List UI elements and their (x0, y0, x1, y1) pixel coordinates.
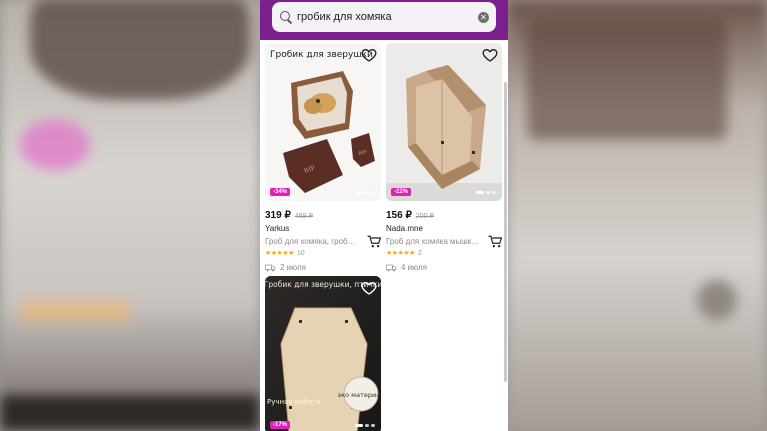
product-grid: RIP RIP Гробик для зверушки -34% 319 ₽ 4… (260, 40, 508, 431)
product-card[interactable]: RIP RIP Гробик для зверушки -34% 319 ₽ 4… (265, 43, 381, 272)
image-caption: Гробик для зверушки (270, 50, 373, 60)
seller-name: Nada.mne (386, 224, 423, 233)
truck-icon (386, 264, 397, 271)
delivery-date: 4 июля (401, 263, 427, 272)
search-input[interactable] (297, 2, 478, 32)
search-bar[interactable]: ✕ (272, 2, 496, 32)
discount-badge: -34% (270, 188, 291, 196)
seller-name: Yarkus (265, 224, 290, 233)
carousel-dots (476, 191, 496, 194)
image-caption-left: Ручная работа (267, 398, 321, 406)
product-image[interactable]: RIP RIP Гробик для зверушки -34% (265, 43, 381, 201)
price: 319 ₽ (265, 210, 291, 221)
product-description: Гроб для хомяка мышки крысы (386, 237, 480, 246)
coffin-photo (386, 43, 502, 201)
app-screen: ✕ RIP RIP (260, 0, 508, 431)
carousel-dots (355, 424, 375, 427)
coffin-photo: Гробик для зверушки, птички Ручная работ… (265, 276, 381, 431)
heart-icon[interactable] (482, 47, 498, 63)
eco-badge-text: эко материал (338, 391, 381, 399)
product-image[interactable]: Гробик для зверушки, птички Ручная работ… (265, 276, 381, 431)
product-card[interactable]: Гробик для зверушки, птички Ручная работ… (265, 276, 381, 431)
old-price: 200 ₽ (415, 213, 434, 220)
scrollbar[interactable] (504, 82, 507, 382)
search-icon (279, 10, 293, 24)
rating-stars: ★★★★★ (265, 250, 294, 257)
product-description: Гроб для хомяка, гробик для зверушки (265, 237, 359, 246)
discount-badge: -17% (270, 421, 291, 429)
old-price: 489 ₽ (294, 213, 313, 220)
clear-icon[interactable]: ✕ (478, 11, 489, 23)
review-count: 10 (296, 249, 305, 257)
cart-icon[interactable] (488, 235, 502, 248)
carousel-dots (355, 191, 375, 194)
review-count: 2 (417, 249, 422, 257)
delivery-date: 2 июля (280, 263, 306, 272)
product-card[interactable]: -22% 156 ₽ 200 ₽ Nada.mne Гроб для хомяк… (386, 43, 502, 272)
product-image[interactable]: -22% (386, 43, 502, 201)
coffin-photo: RIP RIP Гробик для зверушки (265, 43, 381, 201)
rating-stars: ★★★★★ (386, 250, 415, 257)
header-bar: ✕ (260, 0, 508, 40)
heart-icon[interactable] (361, 47, 377, 63)
blurred-background-left (0, 0, 260, 431)
discount-badge: -22% (391, 188, 412, 196)
blurred-background-right (507, 0, 767, 431)
price: 156 ₽ (386, 210, 412, 221)
cart-icon[interactable] (367, 235, 381, 248)
heart-icon[interactable] (361, 280, 377, 296)
truck-icon (265, 264, 276, 271)
